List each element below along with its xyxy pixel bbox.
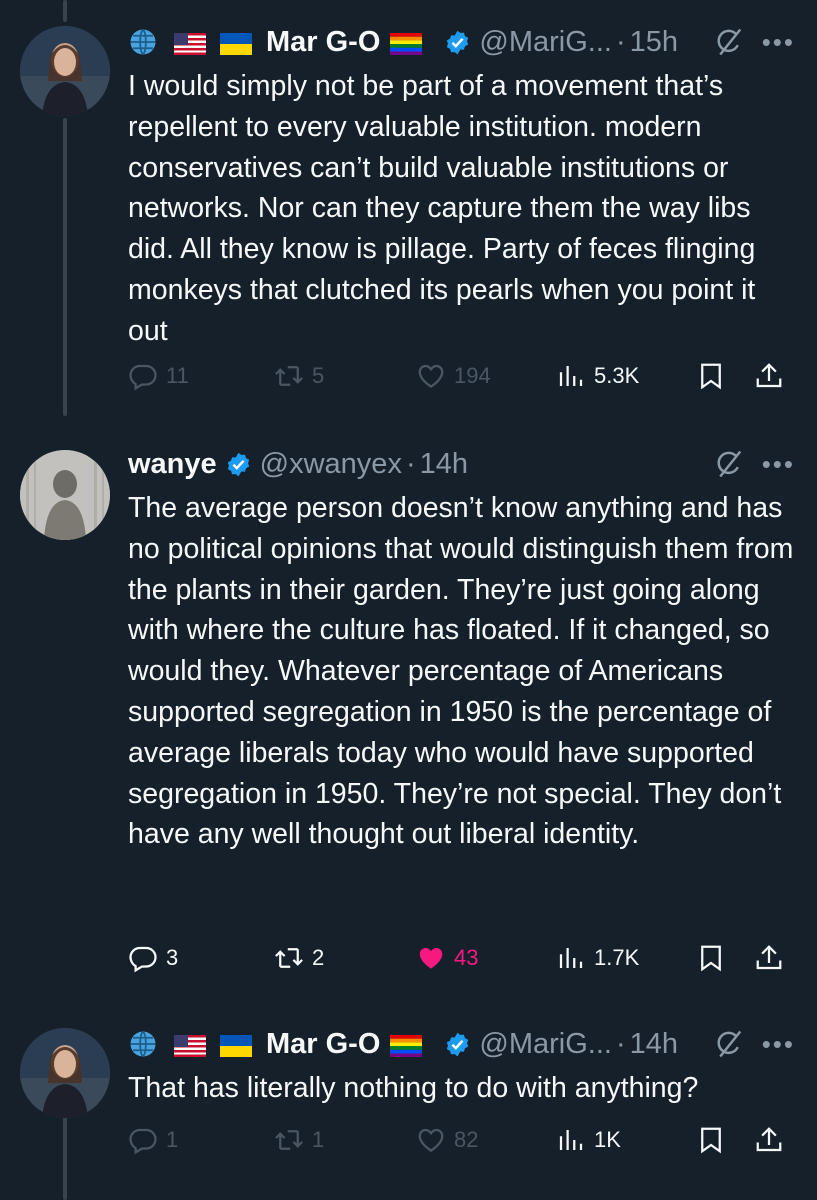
timestamp[interactable]: 15h	[630, 26, 678, 59]
view-count: 5.3K	[594, 363, 640, 388]
handle[interactable]: @xwanyex	[260, 448, 402, 481]
timestamp[interactable]: 14h	[630, 1028, 678, 1061]
timestamp[interactable]: 14h	[420, 448, 468, 481]
us-flag-emoji	[174, 1029, 212, 1060]
avatar[interactable]	[20, 450, 110, 540]
display-name[interactable]: Mar G-O	[266, 26, 380, 59]
bookmark-button[interactable]	[696, 1125, 754, 1155]
reply-count: 3	[166, 945, 179, 970]
tweet-text: That has literally nothing to do with an…	[128, 1072, 699, 1104]
globe-emoji	[128, 27, 158, 57]
views-icon	[556, 361, 586, 391]
reply-button[interactable]: 3	[128, 943, 274, 973]
views-button[interactable]: 1.7K	[556, 943, 696, 973]
view-count: 1K	[594, 1127, 621, 1152]
rainbow-flag-emoji	[390, 27, 428, 58]
tweet-1[interactable]: Mar G-O @MariG... · 15h ••• I would simp…	[0, 0, 817, 420]
repost-icon	[274, 943, 304, 973]
tweet-text: I would simply not be part of a movement…	[128, 70, 756, 347]
verified-badge-icon	[444, 1031, 471, 1058]
share-icon	[754, 943, 784, 973]
grok-icon[interactable]	[714, 1029, 744, 1059]
ukraine-flag-emoji	[220, 1029, 258, 1060]
like-button[interactable]: 43	[416, 943, 556, 973]
bookmark-icon	[696, 361, 726, 391]
avatar[interactable]	[20, 1028, 110, 1118]
us-flag-emoji	[174, 27, 212, 58]
like-icon	[416, 943, 446, 973]
share-button[interactable]	[754, 943, 792, 973]
view-count: 1.7K	[594, 945, 640, 970]
handle[interactable]: @MariG...	[479, 1028, 612, 1061]
more-icon[interactable]: •••	[762, 27, 795, 58]
repost-count: 2	[312, 945, 325, 970]
rainbow-flag-emoji	[390, 1029, 428, 1060]
views-button[interactable]: 5.3K	[556, 361, 696, 391]
globe-emoji	[128, 1029, 158, 1059]
repost-button[interactable]: 2	[274, 943, 416, 973]
bookmark-button[interactable]	[696, 361, 754, 391]
reply-icon	[128, 943, 158, 973]
share-icon	[754, 1125, 784, 1155]
verified-badge-icon	[225, 451, 252, 478]
display-name[interactable]: Mar G-O	[266, 1028, 380, 1061]
avatar[interactable]	[20, 26, 110, 116]
grok-icon[interactable]	[714, 27, 744, 57]
separator-dot: ·	[615, 1027, 626, 1060]
share-button[interactable]	[754, 361, 792, 391]
views-button[interactable]: 1K	[556, 1125, 696, 1155]
tweet-text: The average person doesn’t know anything…	[128, 492, 794, 851]
more-icon[interactable]: •••	[762, 1029, 795, 1060]
separator-dot: ·	[615, 25, 626, 58]
grok-icon[interactable]	[714, 449, 744, 479]
like-count: 43	[454, 945, 479, 970]
separator-dot: ·	[405, 447, 416, 480]
bookmark-button[interactable]	[696, 943, 754, 973]
display-name[interactable]: wanye	[128, 448, 217, 481]
bookmark-icon	[696, 1125, 726, 1155]
bookmark-icon	[696, 943, 726, 973]
more-icon[interactable]: •••	[762, 449, 795, 480]
tweet-2[interactable]: wanye @xwanyex · 14h ••• The average per…	[0, 420, 817, 1000]
views-icon	[556, 943, 586, 973]
share-icon	[754, 361, 784, 391]
verified-badge-icon	[444, 29, 471, 56]
share-button[interactable]	[754, 1125, 792, 1155]
tweet-3[interactable]: Mar G-O @MariG... · 14h ••• That has lit…	[0, 1000, 817, 1200]
handle[interactable]: @MariG...	[479, 26, 612, 59]
views-icon	[556, 1125, 586, 1155]
ukraine-flag-emoji	[220, 27, 258, 58]
